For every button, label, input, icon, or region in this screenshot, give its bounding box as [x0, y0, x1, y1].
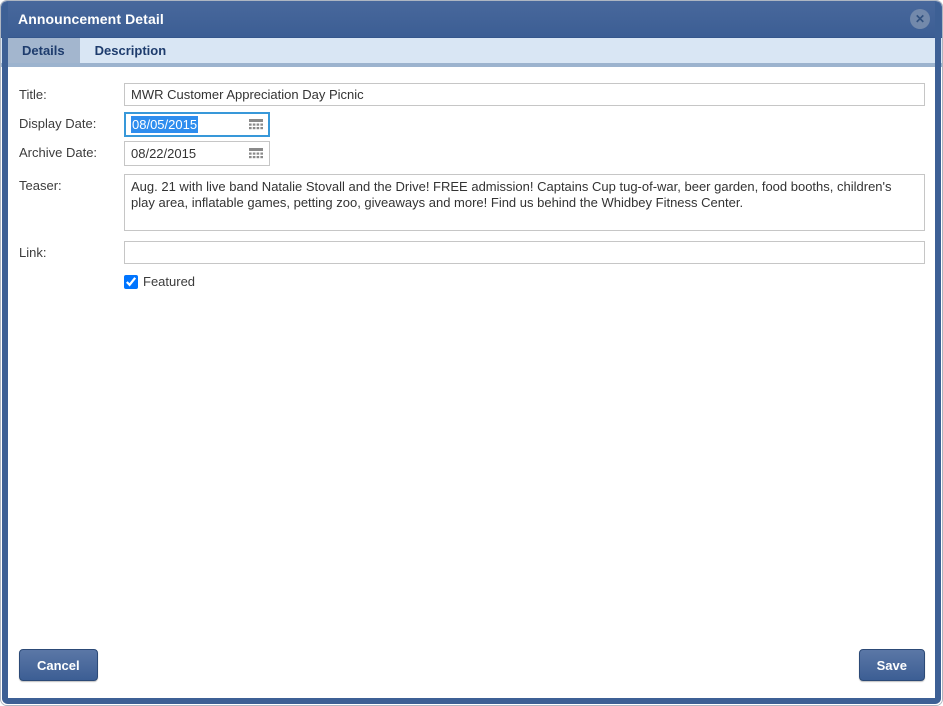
teaser-label: Teaser:	[19, 174, 124, 193]
display-date-row: Display Date: 08/05/2015	[19, 112, 925, 137]
tab-description-label: Description	[95, 43, 167, 58]
tab-details-label: Details	[22, 43, 65, 58]
link-label: Link:	[19, 241, 124, 260]
teaser-row: Teaser: Aug. 21 with live band Natalie S…	[19, 174, 925, 236]
display-date-value: 08/05/2015	[131, 116, 198, 133]
close-icon[interactable]: ✕	[910, 9, 930, 29]
title-input[interactable]	[124, 83, 925, 106]
featured-label-text: Featured	[143, 274, 195, 289]
calendar-icon[interactable]	[249, 119, 263, 131]
content-spacer	[19, 289, 925, 649]
dialog-title: Announcement Detail	[18, 11, 164, 27]
featured-checkbox-label: Featured	[124, 274, 195, 289]
dialog-footer: Cancel Save	[19, 649, 925, 689]
calendar-icon[interactable]	[249, 148, 263, 160]
featured-checkbox[interactable]	[124, 275, 138, 289]
display-date-input[interactable]: 08/05/2015	[124, 112, 270, 137]
archive-date-input[interactable]: 08/22/2015	[124, 141, 270, 166]
tabstrip: Details Description	[1, 38, 942, 67]
archive-date-value: 08/22/2015	[131, 146, 196, 161]
teaser-input[interactable]: Aug. 21 with live band Natalie Stovall a…	[124, 174, 925, 231]
archive-date-row: Archive Date: 08/22/2015	[19, 141, 925, 166]
dialog-titlebar: Announcement Detail ✕	[1, 1, 942, 38]
tab-details[interactable]: Details	[7, 38, 80, 63]
announcement-detail-dialog: Announcement Detail ✕ Details Descriptio…	[0, 0, 943, 706]
archive-date-label: Archive Date:	[19, 141, 124, 160]
save-button[interactable]: Save	[859, 649, 925, 681]
tab-description[interactable]: Description	[80, 38, 182, 63]
title-row: Title:	[19, 83, 925, 106]
cancel-button[interactable]: Cancel	[19, 649, 98, 681]
details-form: Title: Display Date: 08/05/2015	[1, 67, 942, 705]
title-label: Title:	[19, 83, 124, 102]
link-row: Link:	[19, 241, 925, 264]
link-input[interactable]	[124, 241, 925, 264]
display-date-label: Display Date:	[19, 112, 124, 131]
featured-row: Featured	[19, 274, 925, 289]
